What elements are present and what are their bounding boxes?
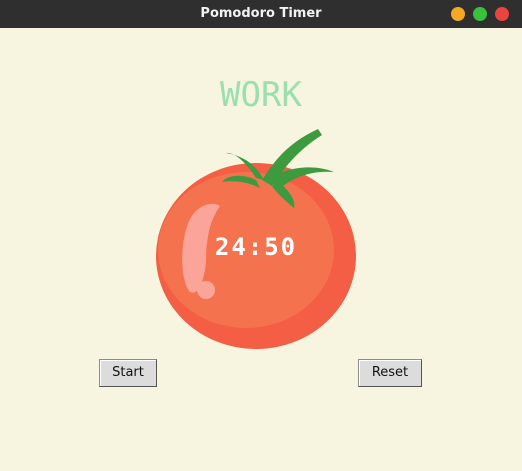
minimize-button[interactable] [451, 7, 465, 21]
start-button[interactable]: Start [99, 359, 157, 387]
close-button[interactable] [495, 7, 509, 21]
reset-button[interactable]: Reset [358, 359, 422, 387]
app-window: Pomodoro Timer WORK 24:50 Start Reset [0, 0, 522, 471]
maximize-button[interactable] [473, 7, 487, 21]
window-title: Pomodoro Timer [200, 6, 322, 21]
timer-display: 24:50 [214, 233, 298, 261]
mode-label: WORK [220, 75, 302, 115]
title-bar[interactable]: Pomodoro Timer [0, 0, 522, 28]
